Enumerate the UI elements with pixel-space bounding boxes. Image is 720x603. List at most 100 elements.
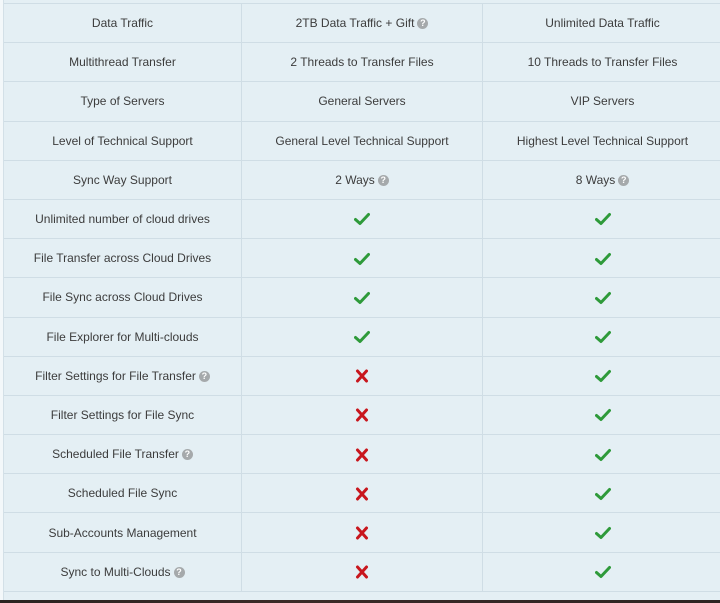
free-plan-cell: 2 Ways? — [241, 159, 483, 200]
feature-cell: Filter Settings for File Transfer? — [4, 355, 242, 396]
feature-cell: Filter Settings for File Sync — [4, 394, 242, 436]
check-icon — [594, 291, 611, 304]
free-plan-cell — [241, 198, 483, 240]
table-row: File Explorer for Multi-clouds — [4, 316, 720, 357]
pro-plan-cell: Highest Level Technical Support — [482, 120, 720, 161]
check-icon — [594, 566, 611, 579]
feature-label: Data Traffic — [91, 16, 154, 31]
check-icon — [594, 526, 611, 539]
feature-cell: Sync to Multi-Clouds? — [4, 551, 242, 592]
feature-label: Sync Way Support — [73, 172, 172, 187]
feature-label: Scheduled File Sync — [67, 486, 178, 501]
free-plan-cell — [241, 394, 483, 436]
cross-icon — [356, 565, 368, 579]
pro-plan-cell — [482, 551, 720, 592]
comparison-table-body: Data Traffic 2TB Data Traffic + Gift? Unli… — [4, 2, 720, 592]
plan-value-text: 2 Ways — [335, 172, 375, 187]
help-question-icon[interactable]: ? — [618, 174, 630, 186]
pro-plan-cell — [482, 198, 720, 240]
help-question-icon[interactable]: ? — [198, 370, 210, 382]
free-plan-cell — [241, 277, 483, 318]
table-row: Level of Technical Support General Level … — [4, 120, 720, 161]
feature-cell: Type of Servers — [4, 81, 242, 122]
feature-label: Sync to Multi-Clouds — [60, 564, 171, 579]
feature-label: File Sync across Cloud Drives — [42, 290, 203, 305]
feature-label: Unlimited number of cloud drives — [35, 212, 210, 227]
feature-cell: Data Traffic — [4, 2, 242, 44]
feature-cell: Multithread Transfer — [4, 42, 242, 83]
feature-cell: File Sync across Cloud Drives — [4, 277, 242, 318]
help-question-icon[interactable]: ? — [377, 174, 389, 186]
feature-label: Filter Settings for File Sync — [50, 407, 195, 422]
table-row: Data Traffic 2TB Data Traffic + Gift? Unli… — [4, 2, 720, 44]
pro-plan-cell — [482, 316, 720, 357]
free-plan-cell — [241, 512, 483, 553]
free-plan-cell — [241, 434, 483, 475]
feature-label: Multithread Transfer — [69, 55, 176, 70]
check-icon — [354, 213, 370, 226]
table-row: File Sync across Cloud Drives — [4, 277, 720, 318]
pro-plan-cell: VIP Servers — [482, 81, 720, 122]
table-row: Multithread Transfer 2 Threads to Transfe… — [4, 42, 720, 83]
table-row: Sub-Accounts Management — [4, 512, 720, 553]
feature-cell: Scheduled File Transfer? — [4, 434, 242, 475]
feature-cell: File Explorer for Multi-clouds — [4, 316, 242, 357]
free-plan-cell — [241, 551, 483, 592]
plan-value-text: General Level Technical Support — [275, 133, 449, 148]
check-icon — [594, 252, 611, 265]
feature-label: File Explorer for Multi-clouds — [46, 329, 199, 344]
pro-plan-cell — [482, 512, 720, 553]
pro-plan-cell: 10 Threads to Transfer Files — [482, 42, 720, 83]
help-question-icon[interactable]: ? — [173, 566, 185, 578]
pro-plan-cell — [482, 277, 720, 318]
pro-plan-cell — [482, 238, 720, 279]
check-icon — [354, 291, 370, 304]
feature-label: File Transfer across Cloud Drives — [33, 251, 212, 266]
free-plan-cell: General Level Technical Support — [241, 120, 483, 161]
pro-plan-cell — [482, 473, 720, 514]
feature-cell: Sync Way Support — [4, 159, 242, 200]
help-question-icon[interactable]: ? — [417, 18, 429, 30]
cross-icon — [356, 408, 368, 422]
free-plan-cell: 2 Threads to Transfer Files — [241, 42, 483, 83]
pro-plan-cell — [482, 394, 720, 436]
help-question-icon[interactable]: ? — [181, 449, 193, 461]
check-icon — [594, 370, 611, 383]
plan-value-text: 8 Ways — [575, 172, 616, 187]
cross-icon — [356, 526, 368, 540]
cross-icon — [356, 448, 368, 462]
feature-label: Filter Settings for File Transfer — [35, 368, 196, 383]
feature-label: Scheduled File Transfer — [52, 447, 179, 462]
table-row: Type of Servers General Servers VIP Server… — [4, 81, 720, 122]
free-plan-cell — [241, 355, 483, 396]
feature-cell: Unlimited number of cloud drives — [4, 198, 242, 240]
free-plan-cell — [241, 316, 483, 357]
plan-value-text: 2TB Data Traffic + Gift — [295, 16, 415, 31]
plan-value-text: Highest Level Technical Support — [516, 133, 689, 148]
feature-label: Level of Technical Support — [52, 133, 193, 148]
free-plan-cell — [241, 238, 483, 279]
feature-label: Sub-Accounts Management — [48, 525, 197, 540]
cross-icon — [356, 487, 368, 501]
check-icon — [594, 448, 611, 461]
table-row: Filter Settings for File Transfer? — [4, 355, 720, 396]
table-row: Sync Way Support 2 Ways? 8 Ways? — [4, 159, 720, 200]
pro-plan-cell: 8 Ways? — [482, 159, 720, 200]
table-row: File Transfer across Cloud Drives — [4, 238, 720, 279]
feature-cell: Level of Technical Support — [4, 120, 242, 161]
table-row: Filter Settings for File Sync — [4, 394, 720, 436]
check-icon — [594, 331, 611, 343]
table-row: Unlimited number of cloud drives — [4, 198, 720, 240]
pro-plan-cell — [482, 434, 720, 475]
plan-comparison-table: Data Traffic 2TB Data Traffic + Gift? Unli… — [4, 2, 720, 592]
pro-plan-cell: Unlimited Data Traffic — [482, 2, 720, 44]
table-row: Scheduled File Transfer? — [4, 434, 720, 475]
plan-value-text: 2 Threads to Transfer Files — [290, 55, 434, 70]
feature-cell: File Transfer across Cloud Drives — [4, 238, 242, 279]
plan-value-text: Unlimited Data Traffic — [545, 16, 660, 31]
feature-cell: Scheduled File Sync — [4, 473, 242, 514]
plan-value-text: 10 Threads to Transfer Files — [527, 55, 678, 70]
check-icon — [354, 331, 370, 343]
table-row: Sync to Multi-Clouds? — [4, 551, 720, 592]
cross-icon — [356, 369, 368, 383]
